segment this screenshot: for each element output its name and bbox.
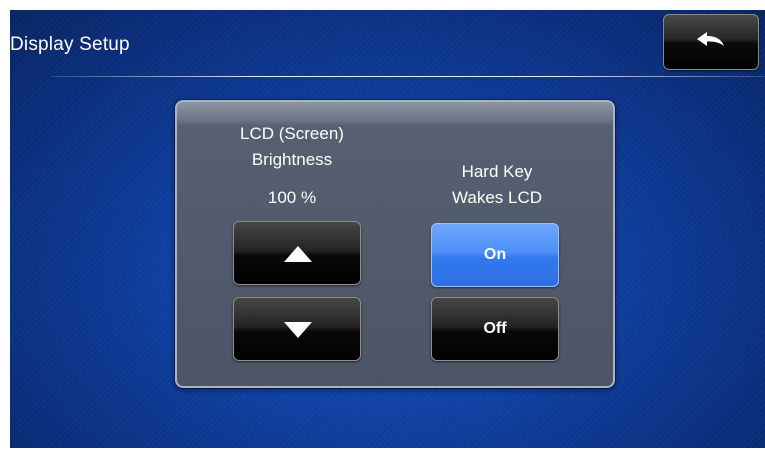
page-title: Display Setup — [10, 34, 130, 55]
hard-key-label-line1: Hard Key — [461, 162, 533, 181]
off-button-label: Off — [483, 320, 507, 337]
triangle-up-icon — [284, 246, 312, 262]
on-button-label: On — [483, 246, 507, 263]
hard-key-on-button[interactable]: On — [431, 223, 559, 287]
hard-key-label-line2: Wakes LCD — [451, 188, 543, 207]
brightness-down-button[interactable] — [233, 297, 361, 361]
brightness-up-button[interactable] — [233, 221, 361, 285]
lcd-brightness-label-line1: LCD (Screen) — [240, 124, 344, 143]
display-settings-panel: LCD (Screen) Brightness 100 % Hard Key W… — [175, 100, 615, 388]
back-arrow-icon — [697, 32, 724, 46]
title-divider — [52, 76, 764, 77]
lcd-brightness-value: 100 % — [267, 188, 317, 207]
lcd-brightness-label-line2: Brightness — [251, 150, 333, 169]
hard-key-off-button[interactable]: Off — [431, 297, 559, 361]
display-setup-screen: Display Setup LCD (Screen) Brightness 10… — [10, 10, 765, 448]
triangle-down-icon — [284, 322, 312, 338]
back-button[interactable] — [663, 14, 759, 70]
